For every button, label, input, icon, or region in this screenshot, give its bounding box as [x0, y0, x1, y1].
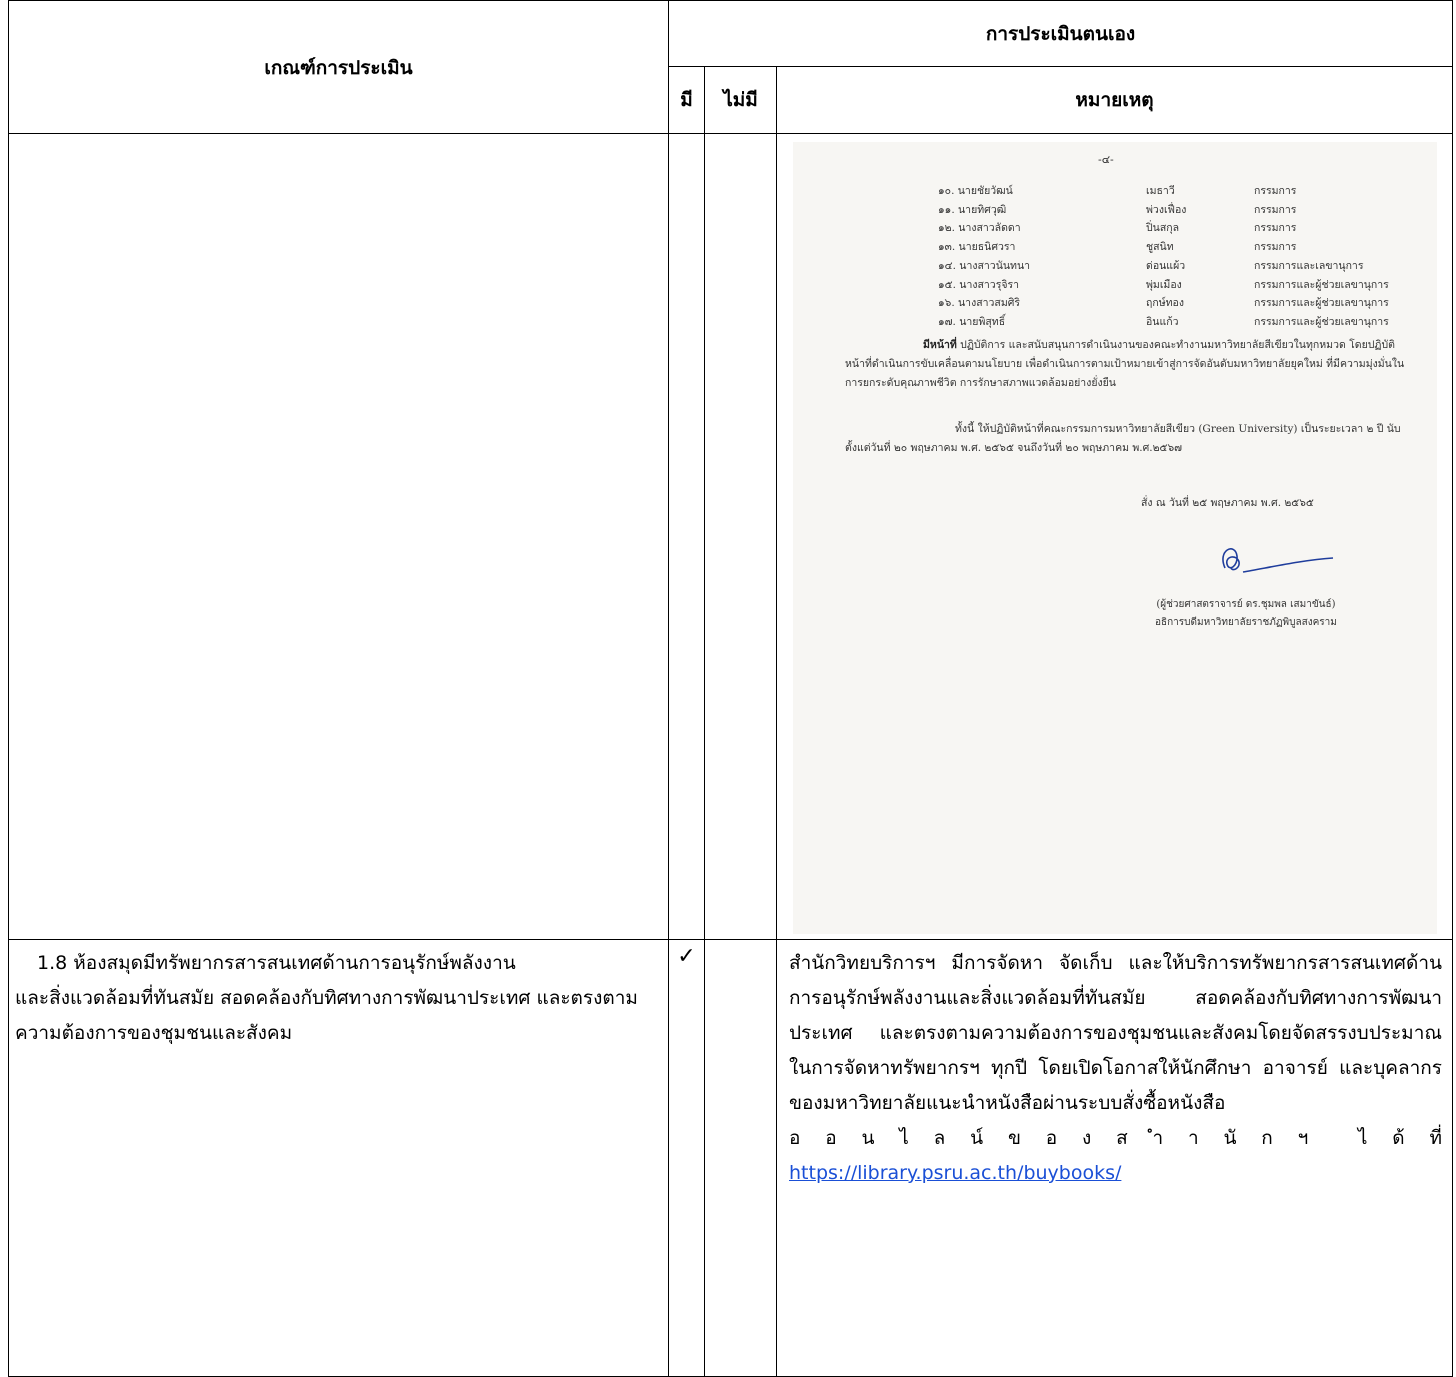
member-list: ๑๐. นายชัยวัฒน์ เมธาวี กรรมการ ๑๑. นายทิศวุ…: [938, 182, 1389, 332]
spaced-char: น์: [970, 1127, 984, 1149]
signer-name: (ผู้ช่วยศาสตราจารย์ ดร.ชุมพล เสมาขันธ์): [1156, 599, 1336, 610]
order-date: สั่ง ณ วันที่ ๒๕ พฤษภาคม พ.ศ. ๒๕๖๕: [1141, 497, 1314, 509]
not-have-cell-empty: [704, 133, 777, 940]
spaced-char: ส: [1116, 1127, 1128, 1149]
member-role: กรรมการและเลขานุการ: [1254, 259, 1364, 272]
spaced-char: ฯ: [1297, 1127, 1309, 1149]
member-name: ๑๑. นายทิศวุฒิ: [938, 203, 1007, 216]
not-have-header: ไม่มี: [704, 66, 777, 134]
criteria-cell: 1.8 ห้องสมุดมีทรัพยากรสารสนเทศด้านการอนุ…: [8, 939, 669, 1377]
member-name: ๑๐. นายชัยวัฒน์: [938, 185, 1013, 197]
member-surname: อินแก้ว: [1146, 315, 1179, 328]
spaced-char: อ: [1045, 1127, 1058, 1149]
not-have-cell: [704, 939, 777, 1377]
member-name: ๑๓. นายธนิศวรา: [938, 241, 1016, 254]
remark-text: สำนักวิทยบริการฯ มีการจัดหา จัดเก็บ และใ…: [789, 952, 1442, 1114]
member-surname: ฤกษ์ทอง: [1146, 297, 1184, 310]
member-row: ๑๖. นางสาวสมศิริ ฤกษ์ทอง กรรมการและผู้ช่วย…: [938, 294, 1389, 313]
self-assessment-header: การประเมินตนเอง: [668, 0, 1453, 67]
duty-paragraph: มีหน้าที่ ปฏิบัติการ และสนับสนุนการดำเนิ…: [845, 339, 1405, 389]
member-role: กรรมการ: [1254, 222, 1297, 235]
assessment-table: เกณฑ์การประเมิน การประเมินตนเอง มี ไม่มี…: [8, 0, 1453, 1377]
page-number: -๔-: [1098, 153, 1114, 166]
member-surname: พ่วงเฟื่อง: [1146, 203, 1187, 216]
member-row: ๑๑. นายทิศวุฒิ พ่วงเฟื่อง กรรมการ: [938, 201, 1389, 220]
remark-spaced-line: อ อ น ไ ล น์ ข อ ง ส ำ า นั ก ฯ ไ ด้ ที่: [789, 1121, 1442, 1156]
member-row: ๑๓. นายธนิศวรา ชูสนิท กรรมการ: [938, 238, 1389, 257]
member-surname: เมธาวี: [1146, 185, 1175, 197]
member-surname: ปิ่นสกุล: [1146, 222, 1180, 235]
member-row: ๑๔. นางสาวนันทนา ด่อนแผ้ว กรรมการและเลขานุ…: [938, 257, 1389, 276]
member-role: กรรมการ: [1254, 203, 1297, 216]
member-name: ๑๔. นางสาวนันทนา: [938, 259, 1031, 272]
buybooks-link[interactable]: https://library.psru.ac.th/buybooks/: [789, 1162, 1121, 1184]
spaced-char: ไ: [899, 1127, 909, 1149]
member-role: กรรมการและผู้ช่วยเลขานุการ: [1254, 315, 1389, 328]
criteria-rest: และสิ่งแวดล้อมที่ทันสมัย สอดคล้องกับทิศท…: [15, 987, 638, 1044]
have-cell-empty: [668, 133, 705, 940]
member-row: ๑๗. นายพิสุทธิ์ อินแก้ว กรรมการและผู้ช่วยเ…: [938, 313, 1389, 332]
remark-cell: สำนักวิทยบริการฯ มีการจัดหา จัดเก็บ และใ…: [776, 939, 1453, 1377]
have-check-cell: ✓: [668, 939, 705, 1377]
spaced-char: อ: [825, 1127, 837, 1149]
member-name: ๑๗. นายพิสุทธิ์: [938, 315, 1006, 328]
member-role: กรรมการ: [1254, 185, 1297, 197]
member-surname: ชูสนิท: [1146, 241, 1174, 254]
table-row: -๔- ๑๐. นายชัยวัฒน์ เมธาวี กรรมการ ๑๑. นายท…: [8, 133, 1453, 940]
spaced-char: ก: [1261, 1127, 1273, 1149]
member-role: กรรมการ: [1254, 241, 1297, 254]
check-icon: ✓: [677, 944, 696, 969]
member-surname: พุ่มเมือง: [1146, 278, 1182, 291]
signer-block: (ผู้ช่วยศาสตราจารย์ ดร.ชุมพล เสมาขันธ์) …: [1155, 596, 1337, 632]
member-row: ๑๕. นางสาวรุจิรา พุ่มเมือง กรรมการและผู้ช่…: [938, 276, 1389, 295]
spaced-char: น: [861, 1127, 875, 1149]
spaced-char: ำ: [1152, 1127, 1164, 1149]
member-name: ๑๒. นางสาวลัดดา: [938, 222, 1021, 235]
criteria-cell-empty: [8, 133, 669, 940]
table-row: 1.8 ห้องสมุดมีทรัพยากรสารสนเทศด้านการอนุ…: [8, 939, 1453, 1377]
spaced-char: ข: [1007, 1127, 1021, 1149]
spaced-char: นั: [1223, 1127, 1237, 1149]
member-surname: ด่อนแผ้ว: [1146, 259, 1186, 272]
member-name: ๑๕. นางสาวรุจิรา: [938, 278, 1020, 291]
spaced-char: ด้: [1392, 1127, 1405, 1149]
remark-header: หมายเหตุ: [776, 66, 1453, 134]
scanned-order-document: -๔- ๑๐. นายชัยวัฒน์ เมธาวี กรรมการ ๑๑. นายท…: [793, 142, 1437, 934]
member-role: กรรมการและผู้ช่วยเลขานุการ: [1254, 278, 1389, 291]
spaced-char: ล: [933, 1127, 946, 1149]
spaced-char: ง: [1081, 1127, 1092, 1149]
signature-image: [1222, 548, 1334, 573]
term-paragraph: ทั้งนี้ ให้ปฏิบัติหน้าที่คณะกรรมการมหาวิ…: [845, 423, 1401, 454]
spaced-char: ที่: [1429, 1127, 1442, 1149]
have-header: มี: [668, 66, 705, 134]
criteria-first-line: 1.8 ห้องสมุดมีทรัพยากรสารสนเทศด้านการอนุ…: [37, 952, 516, 974]
member-role: กรรมการและผู้ช่วยเลขานุการ: [1254, 297, 1389, 310]
remark-cell-scan: -๔- ๑๐. นายชัยวัฒน์ เมธาวี กรรมการ ๑๑. นายท…: [776, 133, 1453, 940]
spaced-char: ไ: [1357, 1127, 1368, 1149]
member-row: ๑๒. นางสาวลัดดา ปิ่นสกุล กรรมการ: [938, 219, 1389, 238]
spaced-char: อ: [789, 1127, 801, 1149]
signer-title: อธิการบดีมหาวิทยาลัยราชภัฏพิบูลสงคราม: [1155, 617, 1337, 628]
spaced-char: า: [1187, 1127, 1199, 1149]
criteria-header: เกณฑ์การประเมิน: [8, 0, 669, 134]
member-name: ๑๖. นางสาวสมศิริ: [938, 297, 1021, 310]
member-row: ๑๐. นายชัยวัฒน์ เมธาวี กรรมการ: [938, 182, 1389, 201]
